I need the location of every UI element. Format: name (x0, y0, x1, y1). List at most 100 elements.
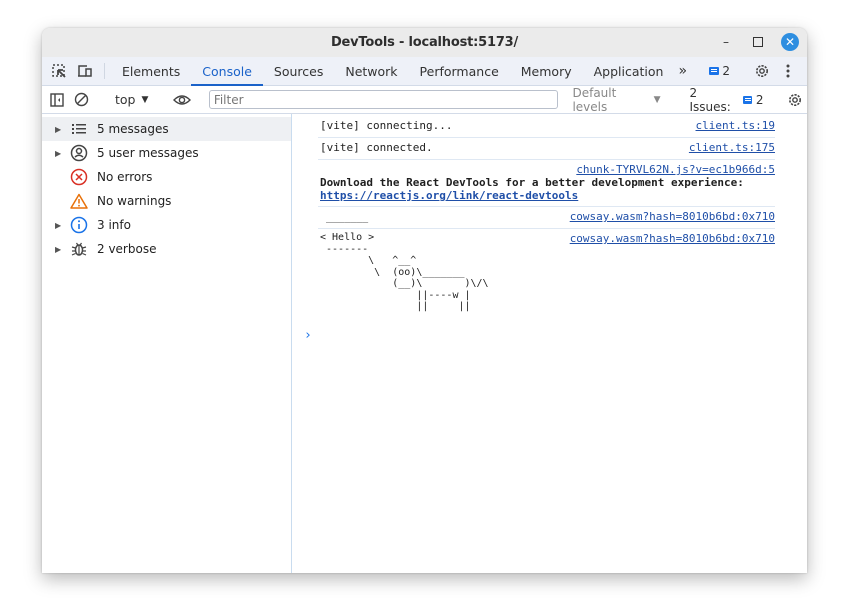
live-expression-button[interactable] (169, 94, 194, 106)
sidebar-item-label: 3 info (97, 218, 131, 232)
source-link[interactable]: client.ts:175 (689, 141, 775, 154)
prompt-chevron-icon: › (304, 328, 312, 343)
error-icon (69, 167, 89, 187)
minimize-button[interactable]: – (717, 33, 735, 51)
settings-button[interactable] (749, 63, 775, 79)
close-button[interactable]: ✕ (781, 33, 799, 51)
kebab-menu-icon (786, 64, 790, 78)
divider (104, 63, 105, 79)
source-link[interactable]: chunk-TYRVL62N.js?v=ec1b966d:5 (576, 163, 775, 176)
maximize-icon (753, 37, 763, 47)
console-sidebar: ▶ 5 messages ▶ 5 user messages No errors (42, 114, 292, 573)
message-text: [vite] connecting... (320, 119, 453, 132)
source-link[interactable]: cowsay.wasm?hash=8010b6bd:0x710 (570, 232, 775, 245)
close-icon: ✕ (784, 35, 796, 49)
sidebar-item-label: 5 user messages (97, 146, 199, 160)
devtools-window: DevTools - localhost:5173/ – ✕ Elements … (42, 28, 807, 573)
console-message: < Hello > ------- \ ^__^ \ (oo)\_______ … (318, 229, 775, 317)
chevron-double-right-icon: » (678, 63, 688, 79)
tab-console[interactable]: Console (191, 57, 263, 86)
clear-icon (75, 92, 89, 107)
tab-label: Network (345, 63, 398, 79)
maximize-button[interactable] (749, 33, 767, 51)
console-output: [vite] connecting... client.ts:19 [vite]… (292, 114, 807, 573)
tab-label: Sources (273, 63, 324, 79)
inspect-icon (52, 64, 66, 78)
warning-icon (69, 191, 89, 211)
console-message: chunk-TYRVL62N.js?v=ec1b966d:5 Download … (318, 160, 775, 207)
toggle-sidebar-button[interactable] (45, 92, 70, 107)
message-icon (709, 67, 720, 75)
issues-label: 2 Issues: (689, 85, 731, 114)
cowsay-output: < Hello > ------- \ ^__^ \ (oo)\_______ … (320, 232, 489, 312)
tab-label: Elements (122, 63, 181, 79)
tab-application[interactable]: Application (583, 57, 675, 85)
sidebar-item-info[interactable]: ▶ 3 info (42, 213, 291, 237)
device-icon (78, 65, 92, 77)
gear-icon (756, 65, 768, 77)
expand-arrow-icon[interactable]: ▶ (55, 221, 65, 230)
tab-label: Application (593, 63, 664, 79)
sidebar-item-label: 2 verbose (97, 242, 157, 256)
issues-button[interactable]: 2 Issues: 2 (684, 86, 770, 114)
info-icon (69, 215, 89, 235)
source-link[interactable]: client.ts:19 (696, 119, 775, 132)
list-icon (69, 119, 89, 139)
filter-input[interactable] (208, 90, 559, 109)
dropdown-arrow-icon: ▼ (141, 94, 149, 105)
inspect-element-button[interactable] (46, 57, 72, 85)
react-devtools-link[interactable]: https://reactjs.org/link/react-devtools (320, 189, 578, 202)
tab-sources[interactable]: Sources (263, 57, 334, 85)
console-message: [vite] connected. client.ts:175 (318, 138, 775, 160)
user-icon (69, 143, 89, 163)
context-value: top (115, 92, 136, 107)
minimize-icon: – (723, 35, 729, 49)
tab-performance[interactable]: Performance (409, 57, 510, 85)
log-levels-dropdown[interactable]: Default levels ▼ (562, 86, 670, 114)
console-settings-button[interactable] (782, 92, 807, 108)
bug-icon (69, 239, 89, 259)
sidebar-item-label: No warnings (97, 194, 172, 208)
console-message: [vite] connecting... client.ts:19 (318, 114, 775, 138)
more-options-button[interactable] (775, 63, 801, 79)
tab-network[interactable]: Network (334, 57, 408, 85)
panel-tabbar: Elements Console Sources Network Perform… (42, 57, 807, 86)
title-bar: DevTools - localhost:5173/ – ✕ (42, 28, 807, 57)
issues-count: 2 (755, 92, 764, 107)
message-text: _______ (320, 212, 369, 223)
console-prompt[interactable]: › (304, 328, 312, 343)
message-text: [vite] connected. (320, 141, 433, 154)
sidebar-item-messages[interactable]: ▶ 5 messages (42, 117, 291, 141)
expand-arrow-icon[interactable]: ▶ (55, 125, 65, 134)
issues-badge[interactable]: 2 (703, 64, 736, 78)
console-toolbar: top ▼ Default levels ▼ 2 Issues: 2 (42, 86, 807, 114)
sidebar-item-label: No errors (97, 170, 153, 184)
tab-label: Memory (520, 63, 572, 79)
tab-elements[interactable]: Elements (111, 57, 191, 85)
context-selector[interactable]: top ▼ (107, 92, 156, 107)
console-message: _______ cowsay.wasm?hash=8010b6bd:0x710 (318, 207, 775, 229)
device-toolbar-button[interactable] (72, 57, 98, 85)
message-text: Download the React DevTools for a better… (320, 176, 744, 189)
dropdown-arrow-icon: ▼ (653, 94, 661, 105)
issues-badge-count: 2 (722, 64, 730, 78)
sidebar-icon (50, 92, 64, 107)
sidebar-item-warnings[interactable]: No warnings (42, 189, 291, 213)
levels-label: Default levels (572, 85, 617, 114)
sidebar-item-verbose[interactable]: ▶ 2 verbose (42, 237, 291, 261)
sidebar-item-errors[interactable]: No errors (42, 165, 291, 189)
expand-arrow-icon[interactable]: ▶ (55, 245, 65, 254)
source-link[interactable]: cowsay.wasm?hash=8010b6bd:0x710 (570, 210, 775, 223)
sidebar-item-user-messages[interactable]: ▶ 5 user messages (42, 141, 291, 165)
expand-arrow-icon[interactable]: ▶ (55, 149, 65, 158)
gear-icon (788, 93, 801, 106)
window-title: DevTools - localhost:5173/ (330, 35, 519, 50)
tab-memory[interactable]: Memory (510, 57, 583, 85)
more-tabs-button[interactable]: » (674, 57, 691, 85)
eye-icon (172, 94, 191, 105)
tab-label: Performance (419, 63, 499, 79)
clear-console-button[interactable] (70, 92, 95, 107)
tab-label: Console (202, 63, 252, 79)
sidebar-item-label: 5 messages (97, 122, 169, 136)
message-icon (742, 95, 752, 104)
